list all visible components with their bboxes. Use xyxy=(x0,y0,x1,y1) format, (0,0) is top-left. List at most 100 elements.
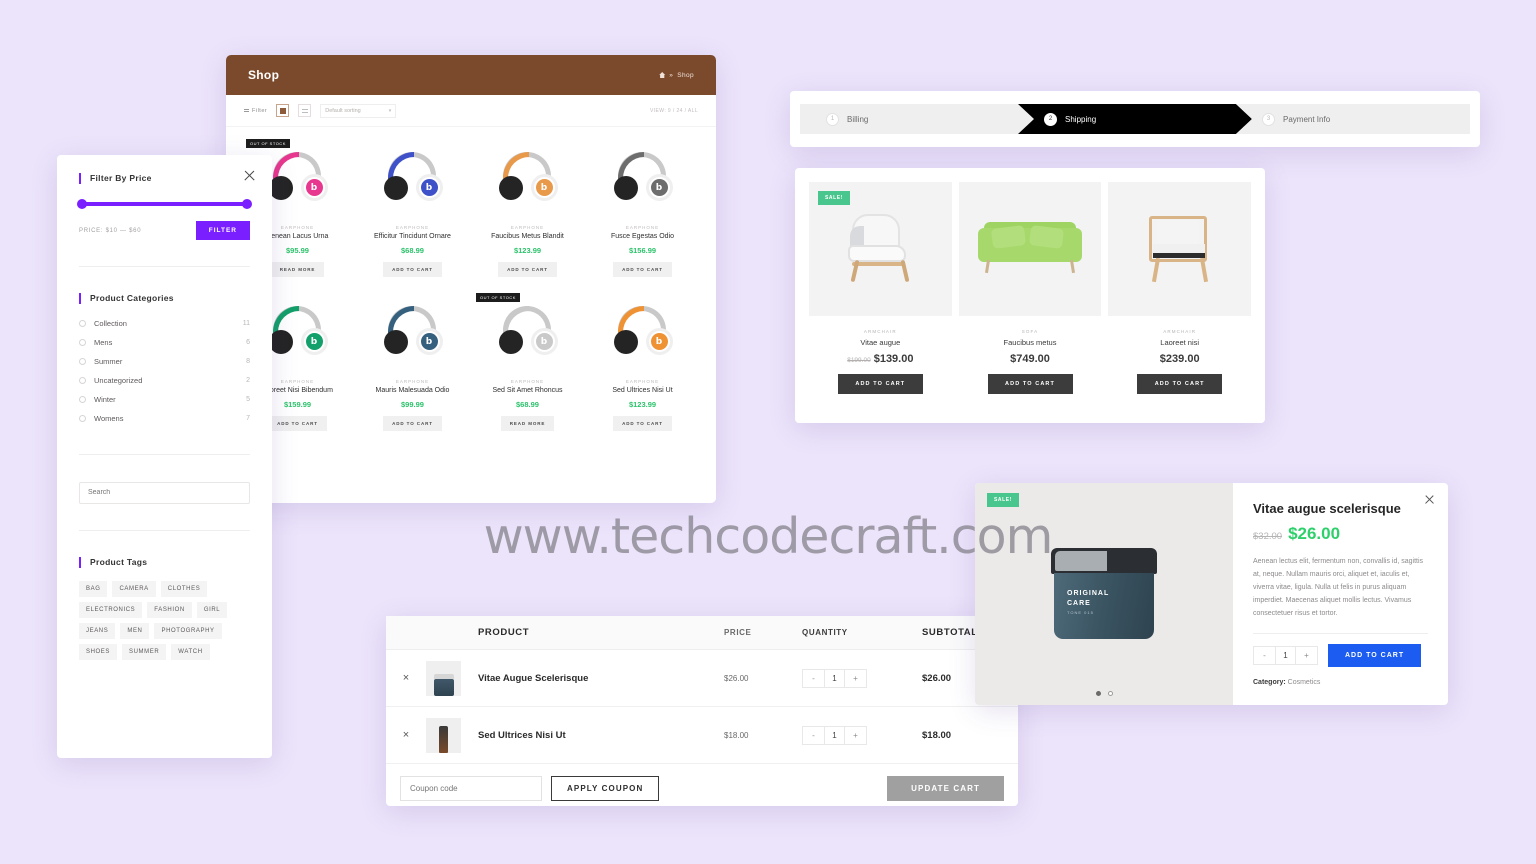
sorting-select[interactable]: Default sorting ▾ xyxy=(320,103,397,118)
remove-item-button[interactable]: × xyxy=(386,672,426,684)
product-thumbnail[interactable] xyxy=(426,660,478,696)
add-to-cart-button[interactable]: ADD TO CART xyxy=(1328,644,1422,667)
category-value[interactable]: Cosmetics xyxy=(1288,679,1321,686)
product-image[interactable]: b xyxy=(589,291,696,375)
product-name[interactable]: Laoreet nisi xyxy=(1108,338,1251,347)
filter-toggle-button[interactable]: Filter xyxy=(244,108,267,114)
product-image[interactable]: b xyxy=(589,137,696,221)
product-image[interactable] xyxy=(958,182,1102,316)
product-card[interactable]: b EARPHONE Faucibus Metus Blandit $123.99 AD… xyxy=(470,133,585,287)
product-name[interactable]: Efficitur Tincidunt Ornare xyxy=(359,233,466,240)
product-card[interactable]: b EARPHONE Fusce Egestas Odio $156.99 ADD TO… xyxy=(585,133,700,287)
home-icon[interactable] xyxy=(659,72,666,78)
category-filter-item[interactable]: Collection 11 xyxy=(79,314,250,333)
view-count-selector[interactable]: VIEW: 9 / 24 / ALL xyxy=(650,108,698,114)
price-slider-max-handle[interactable] xyxy=(242,199,252,209)
quantity-stepper[interactable]: -1 + xyxy=(802,669,867,688)
product-card[interactable]: OUT OF STOCK b EARPHONE Sed Sit Amet Rhoncu… xyxy=(470,287,585,441)
radio-icon[interactable] xyxy=(79,377,86,384)
product-tag[interactable]: WATCH xyxy=(171,643,210,660)
radio-icon[interactable] xyxy=(79,320,86,327)
apply-coupon-button[interactable]: APPLY COUPON xyxy=(551,776,660,801)
category-filter-item[interactable]: Winter 5 xyxy=(79,390,250,409)
product-name[interactable]: Sed Ultrices Nisi Ut xyxy=(589,387,696,394)
list-view-icon[interactable] xyxy=(298,104,312,117)
grid-view-icon[interactable] xyxy=(276,104,290,117)
product-name[interactable]: Fusce Egestas Odio xyxy=(589,233,696,240)
checkout-step-payment-info[interactable]: 3 Payment Info xyxy=(1236,104,1470,134)
remove-item-button[interactable]: × xyxy=(386,729,426,741)
product-tag[interactable]: BAG xyxy=(79,580,108,597)
close-icon[interactable] xyxy=(1424,494,1435,505)
product-action-button[interactable]: ADD TO CART xyxy=(268,416,327,431)
quantity-value[interactable]: 1 xyxy=(1275,647,1296,664)
product-tag[interactable]: ELECTRONICS xyxy=(79,601,143,618)
product-tag[interactable]: FASHION xyxy=(147,601,192,618)
furniture-product-card[interactable]: ARMCHAIR Laoreet nisi $239.00 ADD TO CART xyxy=(1108,182,1252,409)
close-icon[interactable] xyxy=(243,169,256,182)
radio-icon[interactable] xyxy=(79,396,86,403)
product-image[interactable]: OUT OF STOCK b xyxy=(474,291,581,375)
category-filter-item[interactable]: Womens 7 xyxy=(79,409,250,428)
product-action-button[interactable]: ADD TO CART xyxy=(613,416,672,431)
product-tag[interactable]: PHOTOGRAPHY xyxy=(154,622,222,639)
checkout-step-shipping[interactable]: 2 Shipping xyxy=(1018,104,1252,134)
product-tag[interactable]: MEN xyxy=(120,622,150,639)
category-filter-item[interactable]: Uncategorized 2 xyxy=(79,371,250,390)
price-slider-min-handle[interactable] xyxy=(77,199,87,209)
quantity-increment[interactable]: + xyxy=(845,670,866,687)
quantity-value[interactable]: 1 xyxy=(824,727,845,744)
product-action-button[interactable]: ADD TO CART xyxy=(613,262,672,277)
category-filter-item[interactable]: Mens 6 xyxy=(79,333,250,352)
product-name[interactable]: Vitae Augue Scelerisque xyxy=(478,673,724,684)
filter-button[interactable]: FILTER xyxy=(195,221,250,240)
quantity-stepper[interactable]: - 1 + xyxy=(1253,646,1318,665)
product-action-button[interactable]: READ MORE xyxy=(270,262,325,277)
product-image[interactable]: b xyxy=(359,291,466,375)
product-image[interactable]: b xyxy=(474,137,581,221)
product-card[interactable]: b EARPHONE Efficitur Tincidunt Ornare $68.9… xyxy=(355,133,470,287)
update-cart-button[interactable]: UPDATE CART xyxy=(887,776,1004,801)
add-to-cart-button[interactable]: ADD TO CART xyxy=(1137,374,1223,394)
furniture-product-card[interactable]: SOFA Faucibus metus $749.00 ADD TO CART xyxy=(958,182,1102,409)
radio-icon[interactable] xyxy=(79,415,86,422)
product-name[interactable]: Mauris Malesuada Odio xyxy=(359,387,466,394)
product-action-button[interactable]: ADD TO CART xyxy=(383,262,442,277)
product-name[interactable]: Vitae augue xyxy=(809,338,952,347)
product-tag[interactable]: JEANS xyxy=(79,622,116,639)
quantity-decrement[interactable]: - xyxy=(803,670,824,687)
category-filter-item[interactable]: Summer 8 xyxy=(79,352,250,371)
product-tag[interactable]: GIRL xyxy=(196,601,228,618)
product-name[interactable]: Faucibus Metus Blandit xyxy=(474,233,581,240)
price-range-slider[interactable] xyxy=(77,199,252,209)
product-card[interactable]: b EARPHONE Sed Ultrices Nisi Ut $123.99 ADD … xyxy=(585,287,700,441)
search-input[interactable] xyxy=(79,481,250,504)
product-tag[interactable]: CLOTHES xyxy=(160,580,208,597)
coupon-input[interactable] xyxy=(400,776,542,801)
product-tag[interactable]: CAMERA xyxy=(112,580,156,597)
product-name[interactable]: Faucibus metus xyxy=(959,338,1102,347)
quantity-decrement[interactable]: - xyxy=(803,727,824,744)
carousel-dot-1[interactable] xyxy=(1095,691,1101,696)
product-card[interactable]: b EARPHONE Mauris Malesuada Odio $99.99 ADD … xyxy=(355,287,470,441)
quantity-stepper[interactable]: -1 + xyxy=(802,726,867,745)
furniture-product-card[interactable]: SALE! ARMCHAIR Vitae augue $199.00 $139.00 AD… xyxy=(809,182,952,409)
quantity-increment[interactable]: + xyxy=(1296,647,1317,664)
checkout-step-billing[interactable]: 1 Billing xyxy=(800,104,1034,134)
add-to-cart-button[interactable]: ADD TO CART xyxy=(987,374,1073,394)
quantity-decrement[interactable]: - xyxy=(1254,647,1275,664)
add-to-cart-button[interactable]: ADD TO CART xyxy=(837,374,923,394)
carousel-dot-2[interactable] xyxy=(1107,691,1113,696)
product-action-button[interactable]: ADD TO CART xyxy=(383,416,442,431)
product-tag[interactable]: SHOES xyxy=(79,643,118,660)
quantity-value[interactable]: 1 xyxy=(824,670,845,687)
product-action-button[interactable]: ADD TO CART xyxy=(498,262,557,277)
product-name[interactable]: Sed Ultrices Nisi Ut xyxy=(478,730,724,741)
product-name[interactable]: Sed Sit Amet Rhoncus xyxy=(474,387,581,394)
product-image[interactable] xyxy=(1108,182,1252,316)
radio-icon[interactable] xyxy=(79,339,86,346)
product-action-button[interactable]: READ MORE xyxy=(500,416,555,431)
product-thumbnail[interactable] xyxy=(426,717,478,753)
product-image[interactable]: b xyxy=(359,137,466,221)
product-tag[interactable]: SUMMER xyxy=(122,643,167,660)
